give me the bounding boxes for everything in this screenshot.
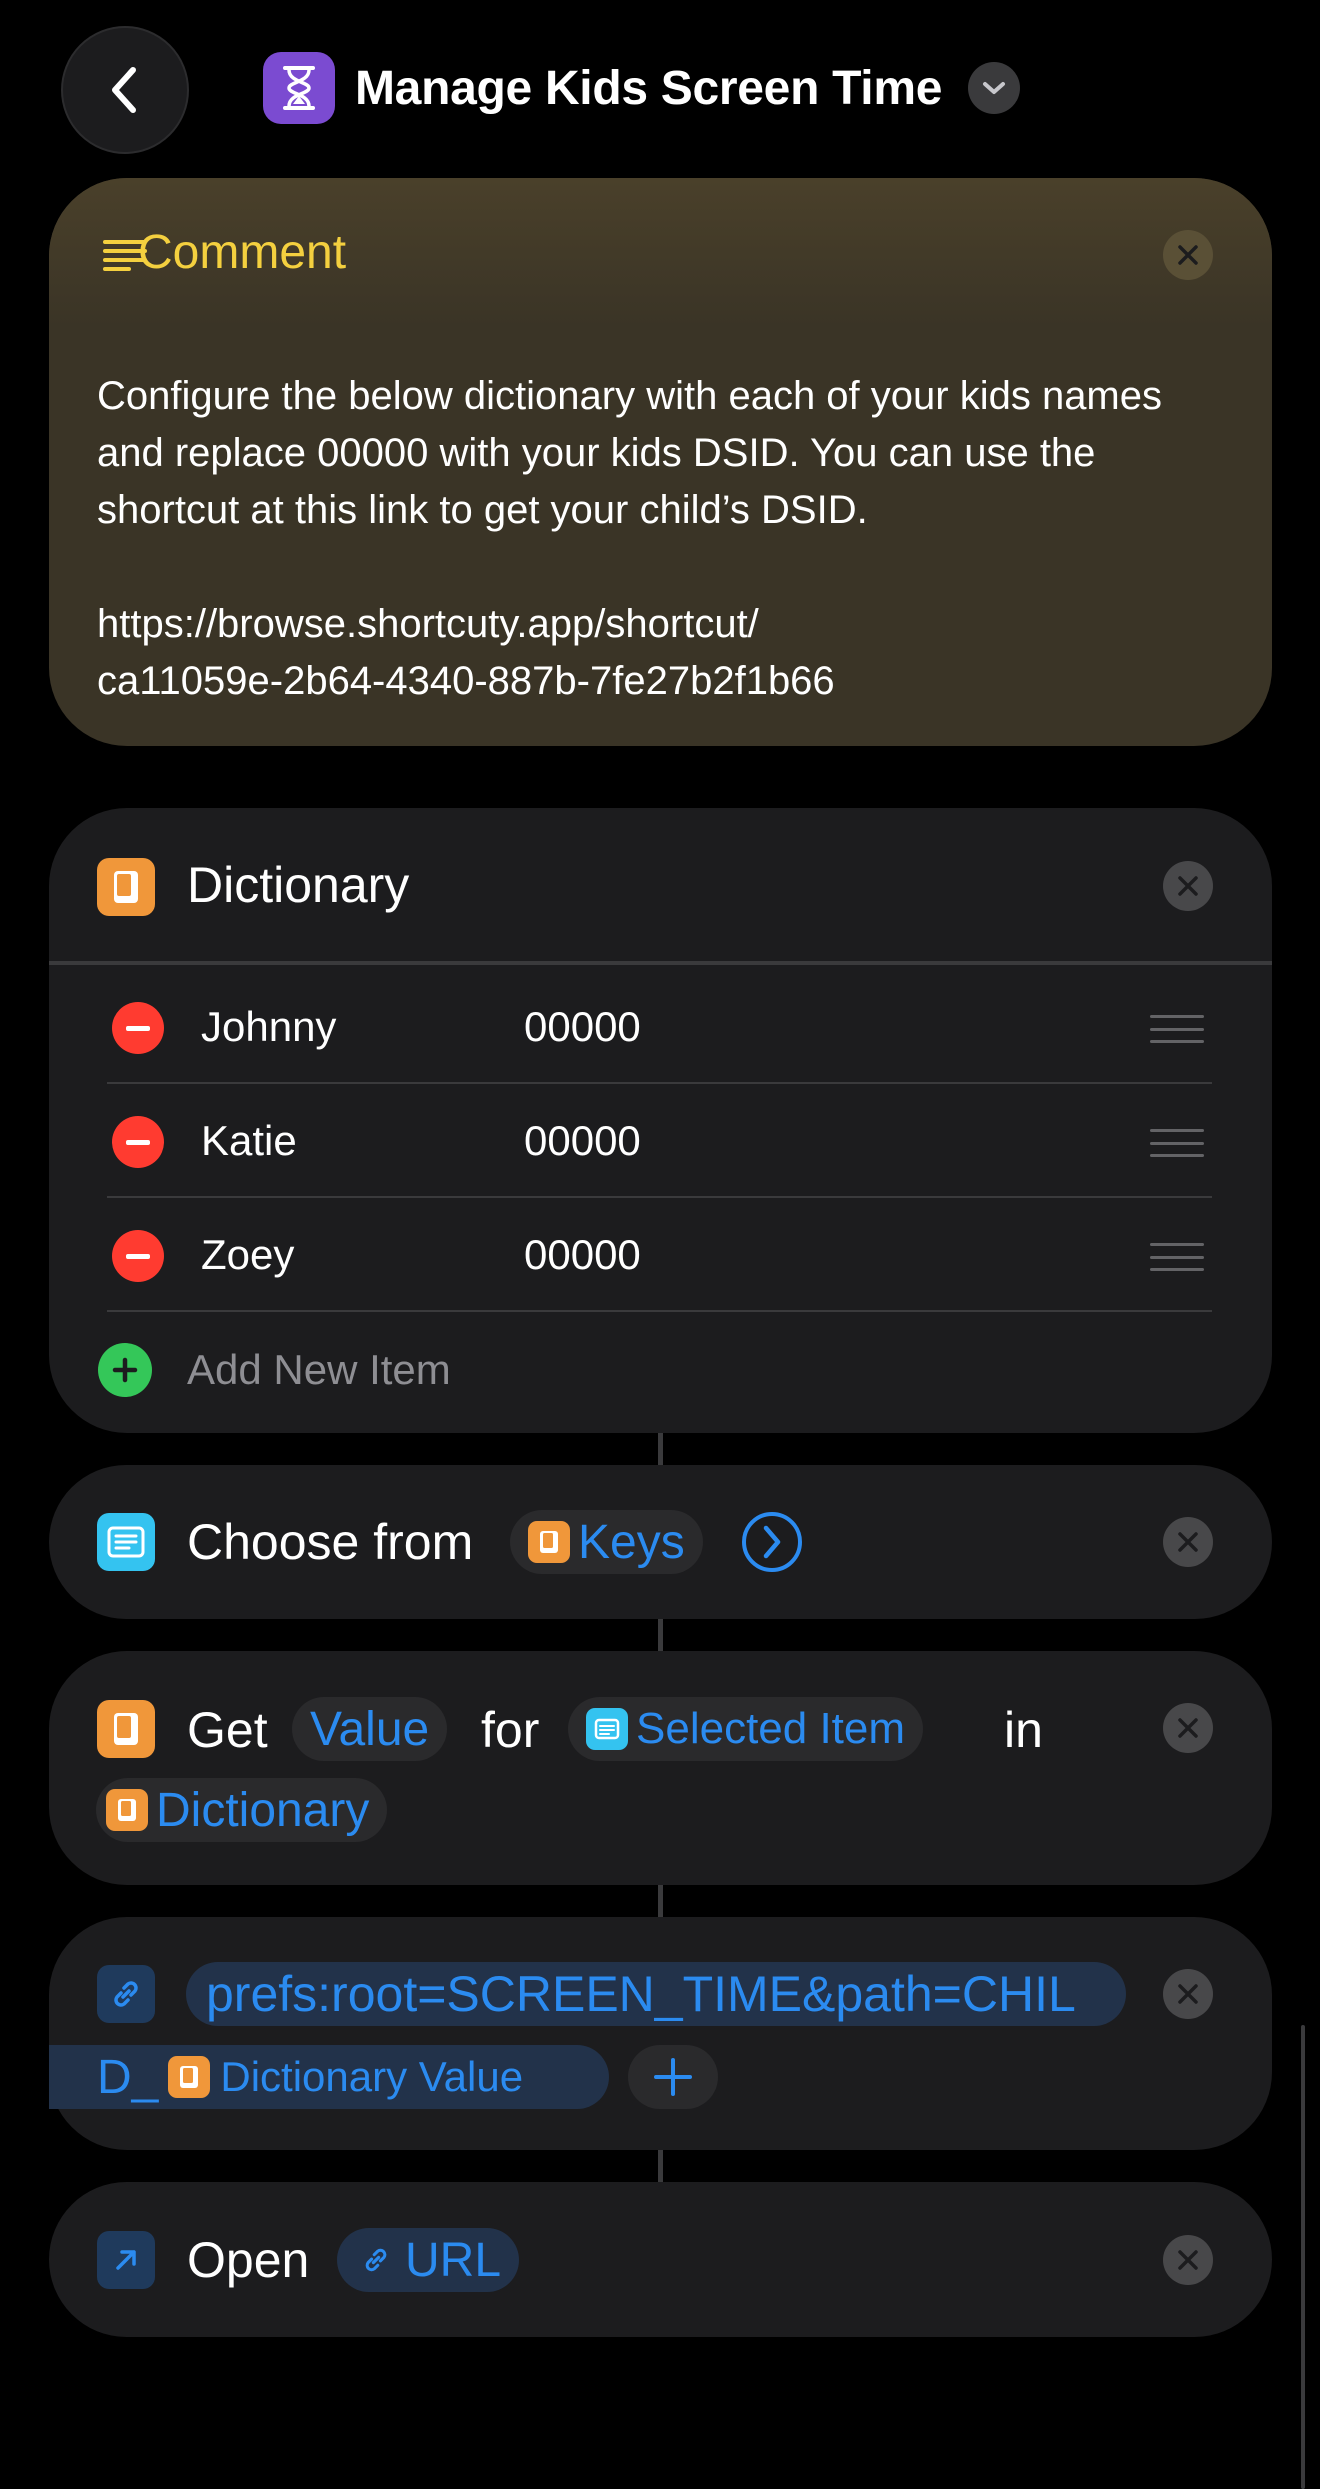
url-text-field-line2[interactable]: D_ Dictionary Value — [49, 2045, 609, 2109]
get-value-card — [49, 1651, 1272, 1885]
url-text-line1: prefs:root=SCREEN_TIME&path=CHIL — [206, 1966, 1076, 2022]
open-label: Open — [187, 2232, 310, 2288]
plus-icon — [654, 2058, 692, 2096]
flow-connector — [658, 1433, 663, 1465]
dictionary-icon — [97, 858, 155, 916]
chevron-right-circle-icon — [742, 1512, 802, 1572]
delete-row-button[interactable] — [112, 1116, 164, 1168]
dictionary-token[interactable]: Dictionary — [96, 1778, 388, 1842]
in-label: in — [1004, 1702, 1043, 1758]
delete-row-button[interactable] — [112, 1230, 164, 1282]
open-arrow-icon — [97, 2231, 155, 2289]
dictionary-key[interactable]: Johnny — [201, 1003, 336, 1051]
dictionary-key[interactable]: Zoey — [201, 1231, 294, 1279]
chevron-left-icon — [112, 67, 136, 113]
divider — [49, 961, 1272, 965]
close-icon — [1178, 876, 1198, 896]
flow-connector — [658, 1885, 663, 1917]
choose-from-label: Choose from — [187, 1514, 474, 1570]
dictionary-token-label: Dictionary — [156, 1783, 370, 1837]
divider — [107, 1310, 1212, 1312]
selected-item-token[interactable]: Selected Item — [568, 1697, 924, 1761]
remove-choose-button[interactable] — [1163, 1517, 1213, 1567]
expand-options-button[interactable] — [740, 1510, 804, 1574]
add-new-item-label[interactable]: Add New Item — [187, 1346, 451, 1394]
for-label: for — [481, 1702, 540, 1758]
back-button[interactable] — [61, 26, 189, 154]
reorder-handle-icon[interactable] — [1150, 1015, 1204, 1043]
url-text-line2: D_ — [97, 2050, 159, 2104]
dictionary-value-token[interactable]: Dictionary Value — [220, 2053, 523, 2101]
chevron-down-icon[interactable] — [968, 62, 1021, 114]
close-icon — [1178, 1718, 1198, 1738]
remove-comment-button[interactable] — [1163, 230, 1213, 280]
hourglass-icon — [263, 52, 335, 124]
flow-connector — [658, 1619, 663, 1651]
add-item-button[interactable] — [98, 1343, 152, 1397]
link-icon — [97, 1965, 155, 2023]
get-label: Get — [187, 1702, 268, 1758]
dictionary-icon — [97, 1700, 155, 1758]
plus-icon — [112, 1357, 138, 1383]
comment-text[interactable]: Configure the below dictionary with each… — [97, 368, 1237, 710]
divider — [107, 1196, 1212, 1198]
delete-row-button[interactable] — [112, 1002, 164, 1054]
close-icon — [1178, 1984, 1198, 2004]
dictionary-key[interactable]: Katie — [201, 1117, 297, 1165]
link-icon — [355, 2239, 397, 2281]
scrollbar[interactable] — [1301, 2025, 1305, 2489]
dictionary-icon — [106, 1789, 148, 1831]
url-card — [49, 1917, 1272, 2150]
selected-item-label: Selected Item — [636, 1704, 906, 1753]
dictionary-icon — [528, 1521, 570, 1563]
remove-url-button[interactable] — [1163, 1969, 1213, 2019]
dictionary-value[interactable]: 00000 — [524, 1231, 641, 1279]
divider — [107, 1082, 1212, 1084]
shortcut-title-bar[interactable]: Manage Kids Screen Time — [263, 52, 1021, 124]
close-icon — [1178, 2250, 1198, 2270]
url-text-field[interactable]: prefs:root=SCREEN_TIME&path=CHIL — [186, 1962, 1126, 2026]
url-token-label: URL — [405, 2233, 502, 2287]
dictionary-value[interactable]: 00000 — [524, 1003, 641, 1051]
keys-token-label: Keys — [578, 1515, 685, 1569]
url-token[interactable]: URL — [337, 2228, 520, 2292]
remove-get-value-button[interactable] — [1163, 1703, 1213, 1753]
dictionary-title: Dictionary — [187, 857, 410, 913]
dictionary-value[interactable]: 00000 — [524, 1117, 641, 1165]
remove-dictionary-button[interactable] — [1163, 861, 1213, 911]
list-icon — [97, 1513, 155, 1571]
comment-title: Comment — [138, 226, 347, 279]
dictionary-icon — [168, 2056, 211, 2098]
flow-connector — [658, 2150, 663, 2182]
value-token[interactable]: Value — [292, 1697, 448, 1761]
list-icon — [586, 1708, 628, 1750]
page-title: Manage Kids Screen Time — [355, 61, 943, 115]
close-icon — [1178, 245, 1198, 265]
remove-open-button[interactable] — [1163, 2235, 1213, 2285]
add-variable-button[interactable] — [628, 2045, 718, 2109]
close-icon — [1178, 1532, 1198, 1552]
keys-token[interactable]: Keys — [510, 1510, 703, 1574]
reorder-handle-icon[interactable] — [1150, 1243, 1204, 1271]
reorder-handle-icon[interactable] — [1150, 1129, 1204, 1157]
